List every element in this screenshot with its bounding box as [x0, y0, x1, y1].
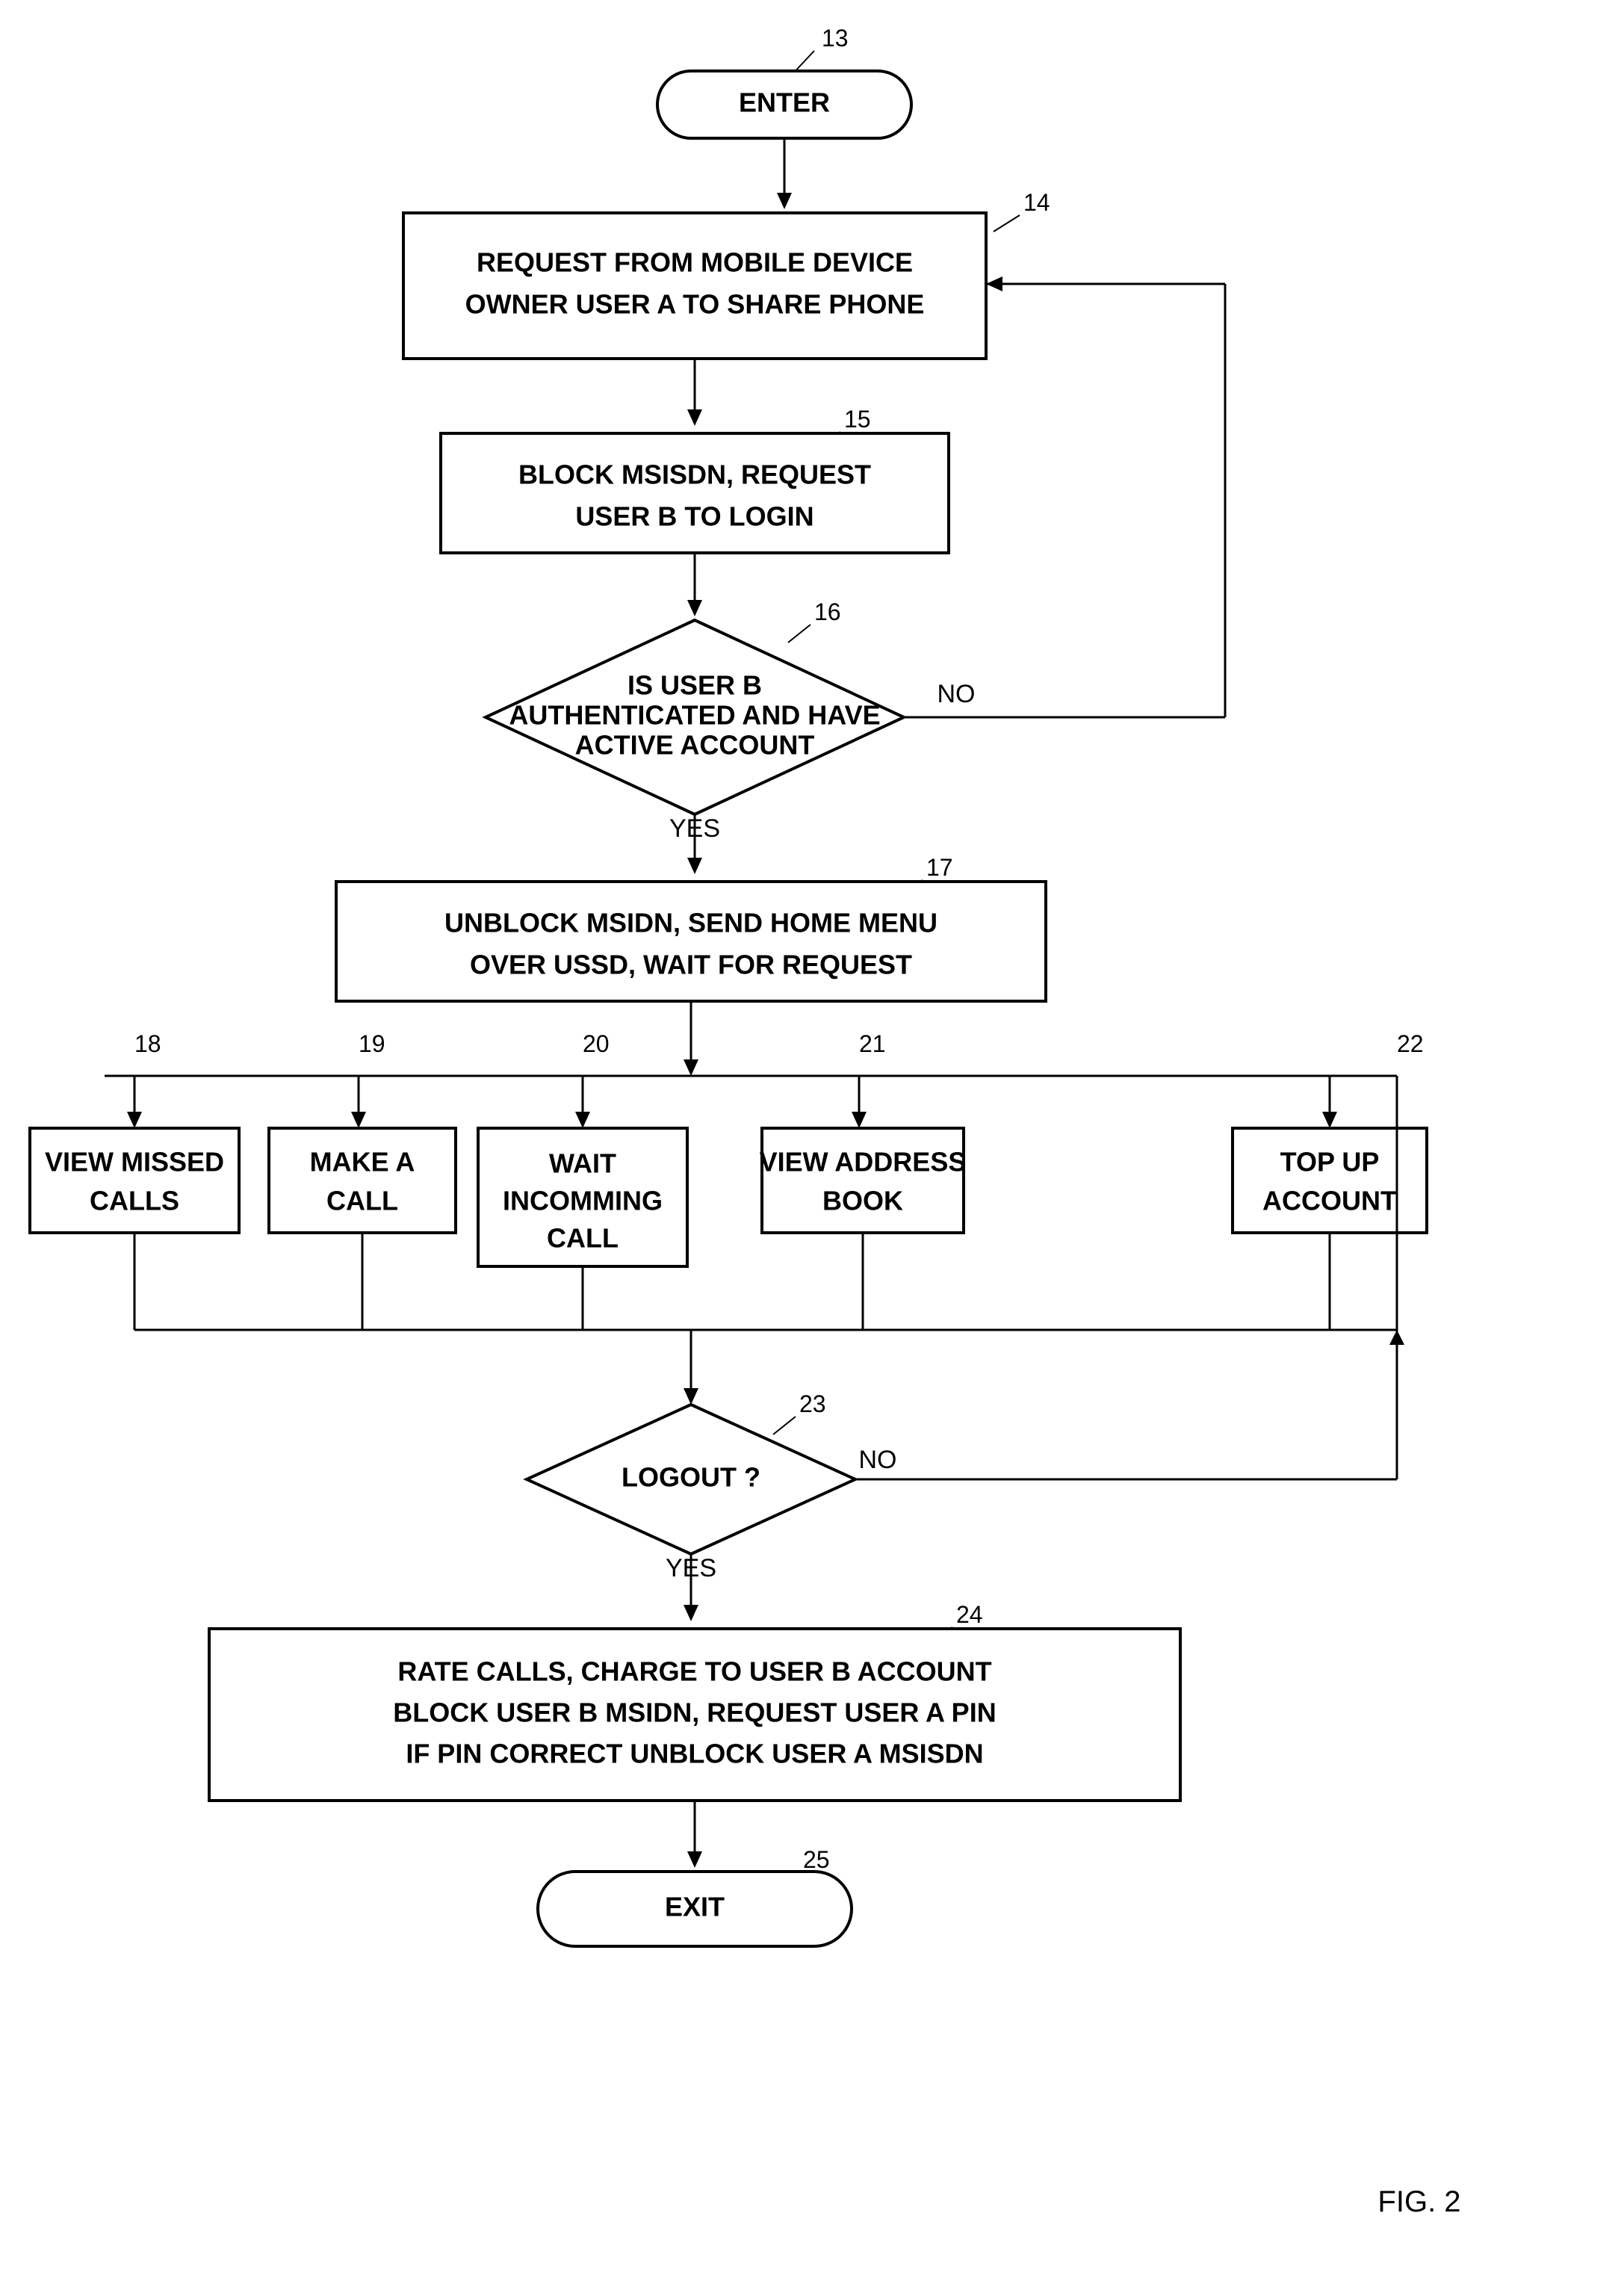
ref-24: 24 — [956, 1601, 983, 1628]
auth-label-1: IS USER B — [627, 670, 762, 701]
ref-14: 14 — [1023, 189, 1050, 216]
ref-25: 25 — [803, 1846, 830, 1873]
call-label-2: CALL — [326, 1186, 398, 1216]
no-label-1: NO — [937, 680, 976, 708]
no-label-2: NO — [859, 1446, 897, 1474]
ref-20: 20 — [583, 1030, 610, 1057]
ref-19: 19 — [359, 1030, 385, 1057]
exit-label: EXIT — [665, 1892, 725, 1922]
block-label-2: USER B TO LOGIN — [575, 501, 813, 532]
rate-label-1: RATE CALLS, CHARGE TO USER B ACCOUNT — [397, 1656, 991, 1687]
rate-label-3: IF PIN CORRECT UNBLOCK USER A MSISDN — [406, 1739, 983, 1769]
missed-label-1: VIEW MISSED — [45, 1147, 224, 1177]
ref-13: 13 — [822, 25, 849, 52]
ref-18: 18 — [134, 1030, 161, 1057]
unblock-label-1: UNBLOCK MSIDN, SEND HOME MENU — [444, 908, 937, 938]
call-label-1: MAKE A — [310, 1147, 415, 1177]
request-label-2: OWNER USER A TO SHARE PHONE — [465, 289, 925, 320]
enter-label: ENTER — [739, 87, 830, 118]
ref-21: 21 — [859, 1030, 886, 1057]
ref-23: 23 — [799, 1390, 826, 1417]
incoming-label-1: WAIT — [549, 1148, 616, 1179]
topup-label-1: TOP UP — [1280, 1147, 1380, 1177]
address-label-2: BOOK — [822, 1186, 903, 1216]
flowchart-diagram: 13 ENTER 14 REQUEST FROM MOBILE DEVICE O… — [0, 0, 1624, 2271]
ref-16: 16 — [814, 598, 841, 625]
ref-15: 15 — [844, 406, 871, 433]
auth-label-3: ACTIVE ACCOUNT — [575, 730, 815, 761]
fig-label: FIG. 2 — [1377, 2185, 1460, 2218]
topup-label-2: ACCOUNT — [1262, 1186, 1397, 1216]
missed-label-2: CALLS — [90, 1186, 179, 1216]
unblock-label-2: OVER USSD, WAIT FOR REQUEST — [470, 950, 912, 980]
address-label-1: VIEW ADDRESS — [760, 1147, 967, 1177]
auth-label-2: AUTHENTICATED AND HAVE — [509, 700, 880, 731]
block-label-1: BLOCK MSISDN, REQUEST — [518, 459, 871, 490]
ref-22: 22 — [1397, 1030, 1424, 1057]
incoming-label-2: INCOMMING — [503, 1186, 663, 1216]
ref-17: 17 — [926, 854, 953, 881]
request-label-1: REQUEST FROM MOBILE DEVICE — [477, 247, 913, 278]
incoming-label-3: CALL — [547, 1223, 619, 1254]
rate-label-2: BLOCK USER B MSIDN, REQUEST USER A PIN — [393, 1697, 996, 1728]
logout-label: LOGOUT ? — [622, 1462, 760, 1493]
